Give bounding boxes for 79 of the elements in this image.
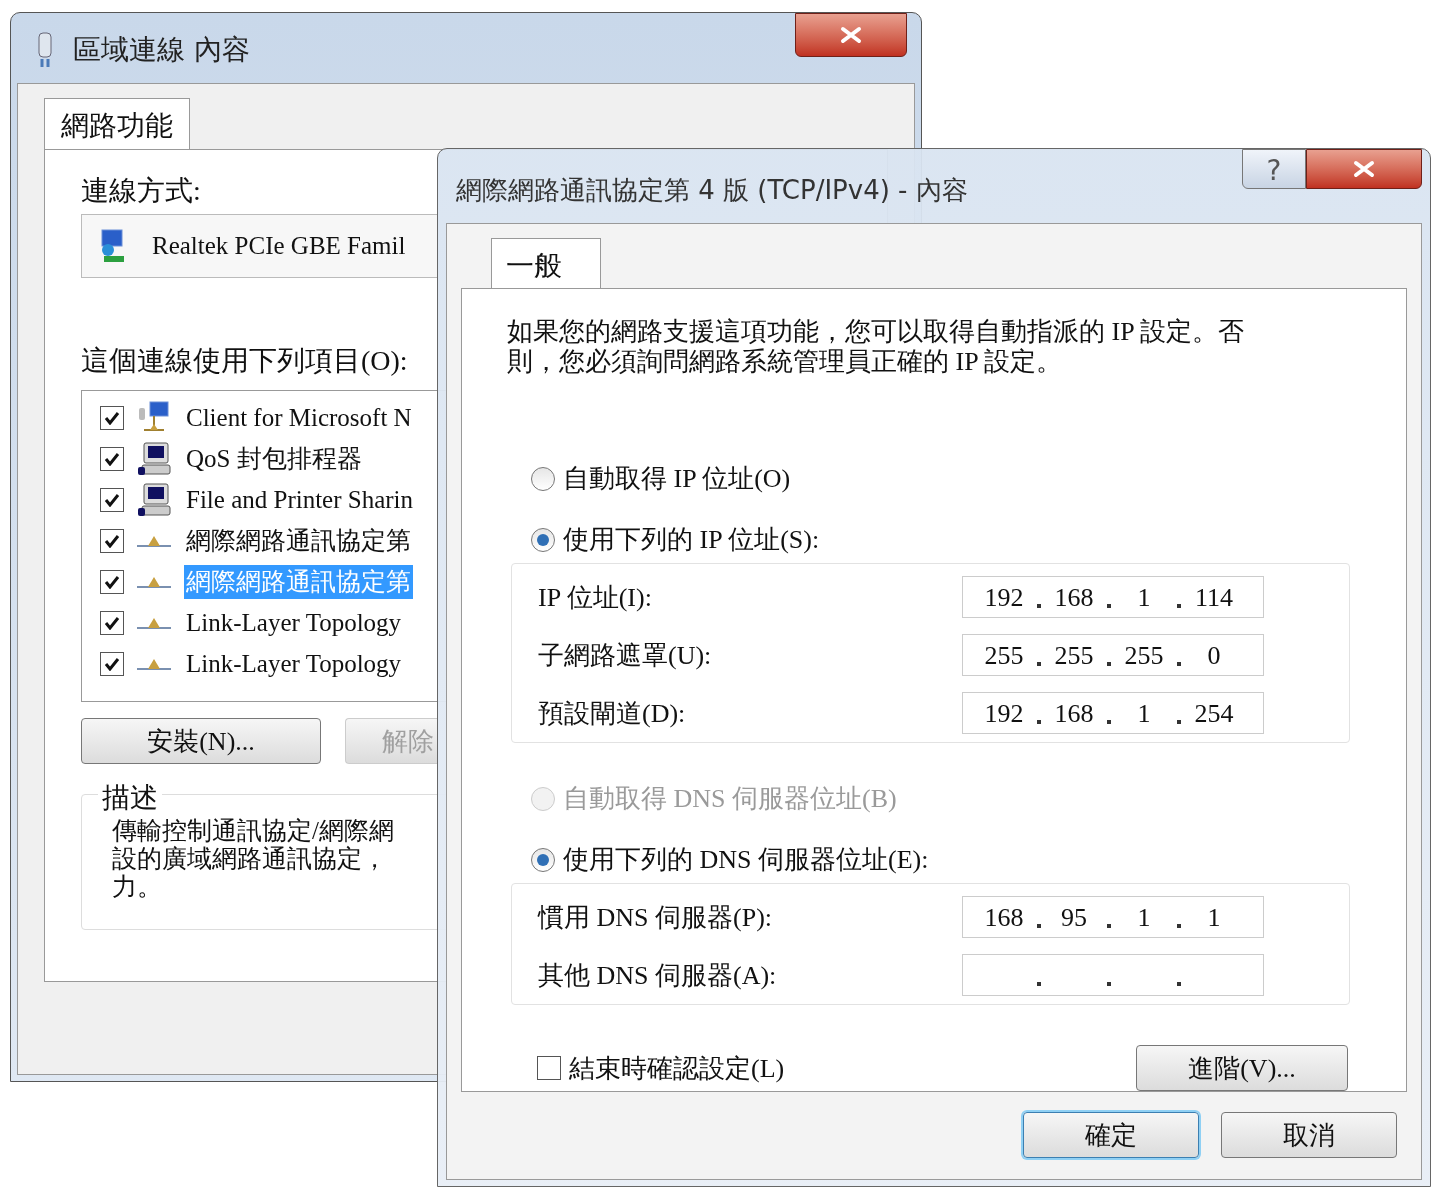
dot-separator <box>1177 982 1181 986</box>
dot-separator <box>1107 720 1111 724</box>
checkbox[interactable] <box>100 528 124 553</box>
checkbox[interactable] <box>100 446 124 471</box>
list-item[interactable]: Link-Layer Topology <box>184 605 404 640</box>
dot-separator <box>1037 662 1041 666</box>
list-item[interactable]: Client for Microsoft N <box>184 400 414 435</box>
button[interactable]: 安裝(N)... <box>81 718 321 764</box>
field-label: 子網路遮罩(U): <box>538 639 713 672</box>
ip-address-field[interactable]: 255 255 255 0 <box>962 634 1264 676</box>
checkbox[interactable] <box>100 487 124 512</box>
window-title: 網際網路通訊協定第 4 版 (TCP/IPv4) - 內容 <box>455 174 969 207</box>
check-icon <box>104 656 120 671</box>
computer-icon <box>136 440 172 477</box>
dot-separator <box>1177 604 1181 608</box>
checkbox[interactable] <box>100 569 124 594</box>
dot-separator <box>1107 982 1111 986</box>
check-icon <box>104 533 120 548</box>
radio-button[interactable] <box>531 466 555 491</box>
checkbox[interactable] <box>537 1056 561 1080</box>
dot-separator <box>1037 604 1041 608</box>
ip-address-field[interactable]: 192 168 1 254 <box>962 692 1264 734</box>
check-icon <box>104 615 120 630</box>
button[interactable]: 確定 <box>1023 1112 1199 1158</box>
list-item[interactable]: File and Printer Sharin <box>184 482 416 517</box>
checkbox[interactable] <box>100 610 124 635</box>
dot-separator <box>1037 924 1041 928</box>
dot-separator <box>1037 720 1041 724</box>
list-item[interactable]: 網際網路通訊協定第 <box>184 523 413 558</box>
help-button[interactable]: ? <box>1242 149 1306 189</box>
checkbox[interactable] <box>100 405 124 430</box>
ip-address-field[interactable]: 168 95 1 1 <box>962 896 1264 938</box>
dot-separator <box>1037 982 1041 986</box>
window-title: 區域連線 內容 <box>73 32 250 68</box>
check-icon <box>104 410 120 425</box>
dot-separator <box>1177 720 1181 724</box>
list-label: 這個連線使用下列項目(O): <box>81 344 408 376</box>
dot-separator <box>1177 662 1181 666</box>
close-button[interactable] <box>795 13 907 57</box>
close-button[interactable] <box>1306 149 1422 189</box>
radio-button[interactable] <box>531 847 555 872</box>
radio-label: 使用下列的 IP 位址(S): <box>563 524 820 556</box>
check-icon <box>104 451 120 466</box>
field-label: 慣用 DNS 伺服器(P): <box>538 901 773 934</box>
button[interactable]: 進階(V)... <box>1136 1045 1348 1091</box>
ip-address-field[interactable]: 192 168 1 114 <box>962 576 1264 618</box>
plug-icon <box>35 31 55 69</box>
field-label: 其他 DNS 伺服器(A): <box>538 959 778 992</box>
adapter-field: Realtek PCIe GBE Famil <box>81 214 437 278</box>
tab[interactable]: 網路功能 <box>44 98 190 149</box>
field-label: IP 位址(I): <box>538 581 653 614</box>
list-item[interactable]: Link-Layer Topology <box>184 646 404 681</box>
check-icon <box>104 492 120 507</box>
dot-separator <box>1107 924 1111 928</box>
close-icon <box>840 26 862 44</box>
description-text: 傳輸控制通訊協定/網際網 設的廣域網路通訊協定， 力。 <box>112 817 394 901</box>
radio-label: 自動取得 DNS 伺服器位址(B) <box>563 783 897 815</box>
close-icon <box>1353 160 1375 178</box>
checkbox-label: 結束時確認設定(L) <box>569 1052 785 1085</box>
radio-label: 自動取得 IP 位址(O) <box>563 463 791 495</box>
network-protocol-icon <box>137 534 171 547</box>
checkbox[interactable] <box>100 651 124 676</box>
field-label: 預設閘道(D): <box>538 697 687 730</box>
field-label: 連線方式: <box>81 174 201 204</box>
dot-separator <box>1107 662 1111 666</box>
radio-button[interactable] <box>531 527 555 552</box>
computer-icon <box>136 481 172 518</box>
network-protocol-icon <box>137 616 171 629</box>
button[interactable]: 取消 <box>1221 1112 1397 1158</box>
list-item[interactable]: QoS 封包排程器 <box>184 441 364 476</box>
ip-address-field[interactable] <box>962 954 1264 996</box>
network-protocol-icon <box>137 657 171 670</box>
dot-separator <box>1107 604 1111 608</box>
radio-label: 使用下列的 DNS 伺服器位址(E): <box>563 844 929 876</box>
network-protocol-icon <box>137 575 171 588</box>
check-icon <box>104 574 120 589</box>
intro-text: 如果您的網路支援這項功能，您可以取得自動指派的 IP 設定。否 則，您必須詢問網路系統管理員正確的 IP 設定。 <box>507 317 1246 377</box>
dot-separator <box>1177 924 1181 928</box>
tab[interactable]: 一般 <box>491 238 601 288</box>
